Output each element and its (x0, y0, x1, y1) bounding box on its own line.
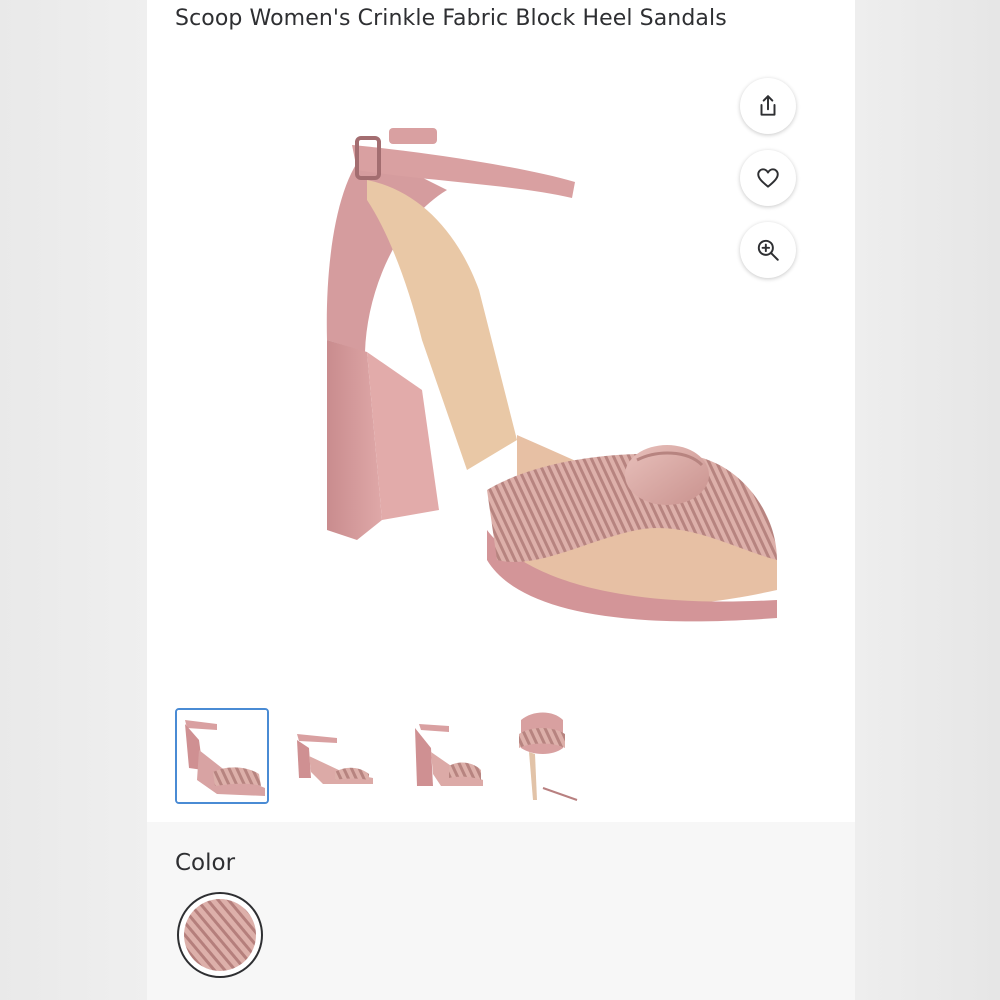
thumbnail-1[interactable] (175, 708, 269, 804)
color-section: Color (147, 822, 855, 1000)
zoom-in-icon (757, 239, 779, 261)
color-swatch-selected[interactable] (177, 892, 263, 978)
thumbnail-3[interactable] (393, 708, 487, 804)
product-main-image[interactable] (217, 90, 777, 650)
thumbnail-4[interactable] (503, 708, 597, 804)
heart-icon (757, 168, 779, 188)
share-button[interactable] (740, 78, 796, 134)
share-icon (760, 95, 776, 116)
right-backdrop (855, 0, 1000, 1000)
thumbnail-strip (175, 708, 855, 806)
product-page: Scoop Women's Crinkle Fabric Block Heel … (147, 0, 855, 1000)
product-title: Scoop Women's Crinkle Fabric Block Heel … (175, 6, 727, 31)
color-swatch-fabric (184, 899, 256, 971)
color-label: Color (175, 850, 236, 876)
favorite-button[interactable] (740, 150, 796, 206)
zoom-button[interactable] (740, 222, 796, 278)
thumbnail-2[interactable] (283, 708, 377, 804)
left-backdrop (0, 0, 147, 1000)
